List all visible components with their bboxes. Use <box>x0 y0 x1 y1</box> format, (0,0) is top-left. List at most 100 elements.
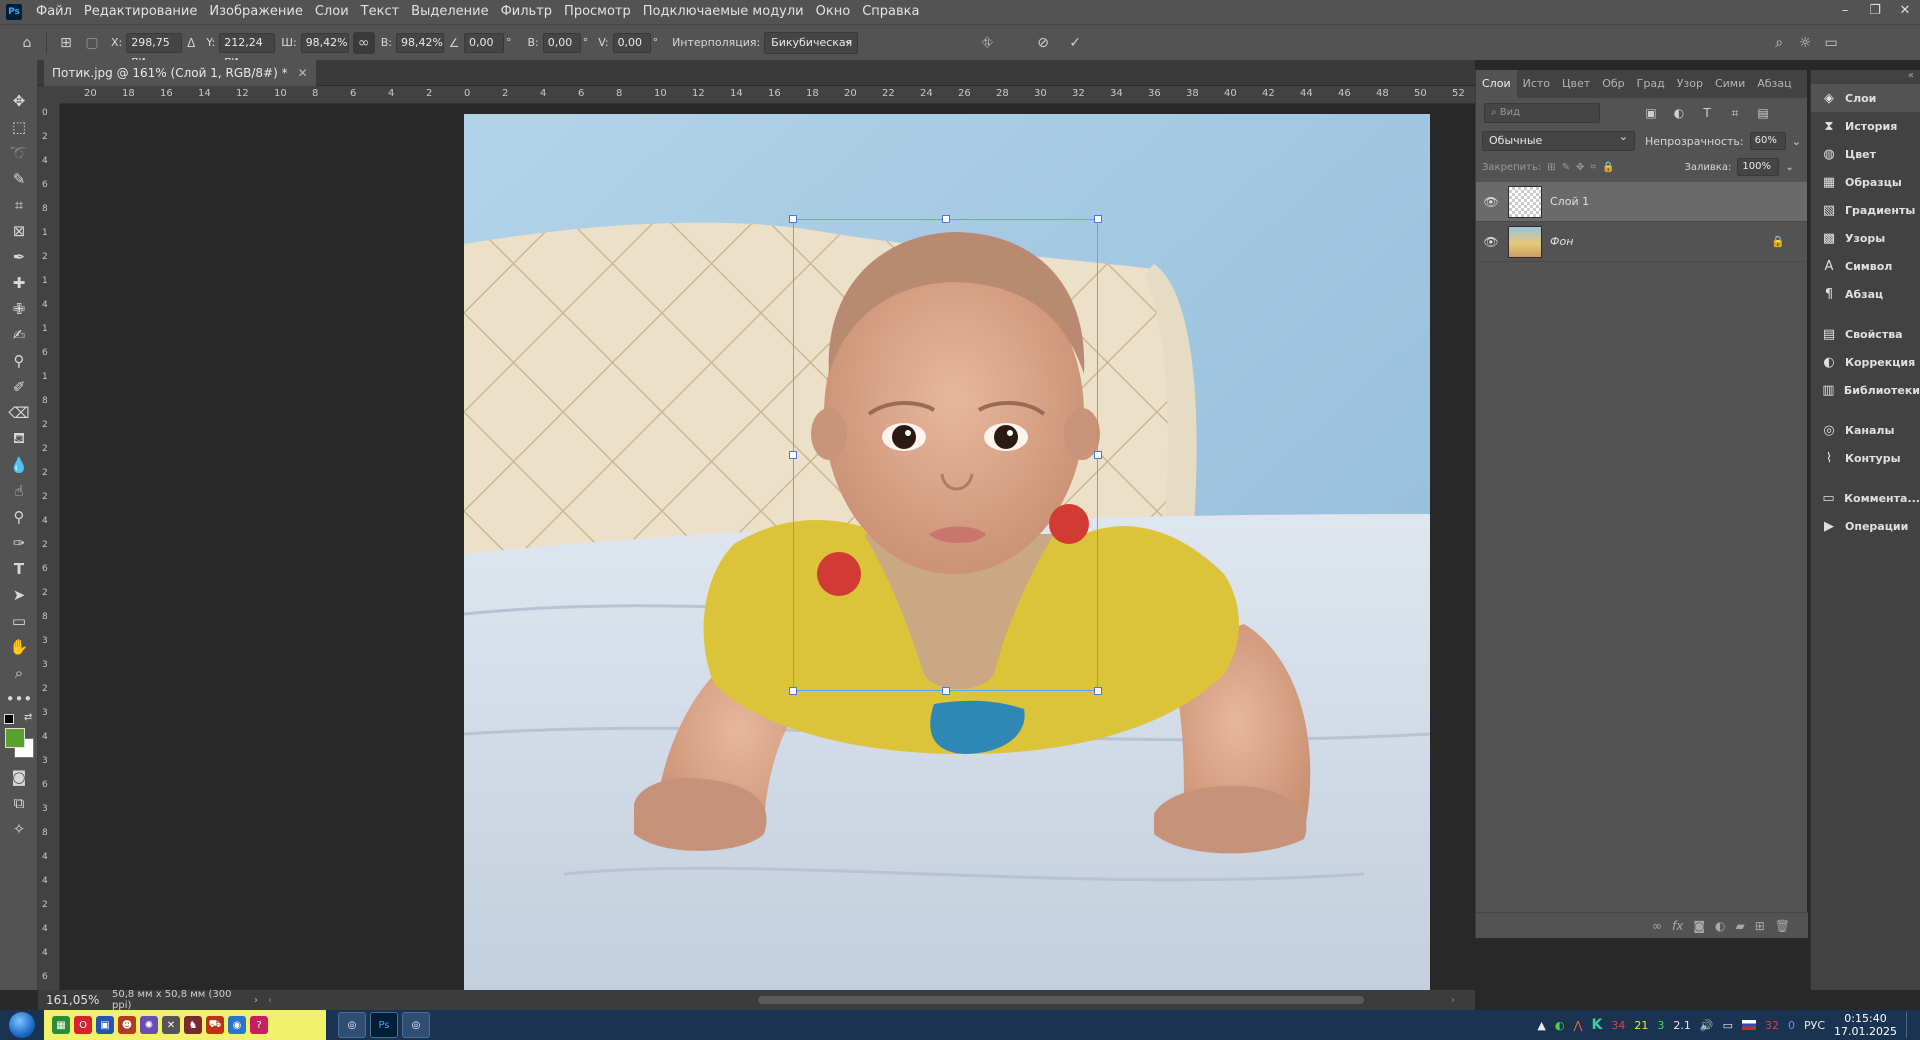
marquee-tool-icon[interactable]: ⬚ <box>0 114 38 140</box>
tab-history[interactable]: Исто <box>1517 70 1556 98</box>
tab-layers[interactable]: Слои <box>1476 70 1517 98</box>
transform-handle-bottom[interactable] <box>942 687 950 695</box>
menu-edit[interactable]: Редактирование <box>78 0 203 24</box>
menu-view[interactable]: Просмотр <box>558 0 637 24</box>
more-tools-icon[interactable]: ••• <box>0 686 38 712</box>
dock-item-patterns[interactable]: ▩ Узоры <box>1811 224 1920 252</box>
new-layer-icon[interactable]: ⊞ <box>1755 919 1765 933</box>
interpolation-select[interactable]: Бикубическая <box>764 30 859 54</box>
patch-tool-icon[interactable]: ✙ <box>0 296 38 322</box>
opacity-dropdown-icon[interactable]: ⌄ <box>1792 135 1801 148</box>
generative-icon[interactable]: ✧ <box>0 816 38 842</box>
save-app-icon[interactable]: ▣ <box>96 1016 114 1034</box>
network-icon[interactable]: ▭ <box>1723 1019 1733 1032</box>
restore-icon[interactable]: ❐ <box>1860 0 1890 20</box>
add-mask-icon[interactable]: ◙ <box>1693 919 1705 933</box>
start-button[interactable] <box>0 1010 44 1040</box>
tools-app-icon[interactable]: ✕ <box>162 1016 180 1034</box>
scroll-right-icon[interactable]: › <box>1451 995 1455 1006</box>
tray-network-app-icon[interactable]: ◐ <box>1555 1019 1565 1032</box>
show-desktop-button[interactable] <box>1906 1012 1914 1038</box>
layer-style-icon[interactable]: fx <box>1672 919 1683 933</box>
x-input[interactable]: 298,75 пи <box>126 32 183 67</box>
volume-icon[interactable]: 🔊 <box>1700 1019 1714 1032</box>
opera-icon[interactable]: O <box>74 1016 92 1034</box>
filter-shape-icon[interactable]: ⌗ <box>1724 106 1746 121</box>
dock-collapse-icon[interactable]: « <box>1811 70 1920 84</box>
healing-brush-tool-icon[interactable]: ✚ <box>0 270 38 296</box>
layer-lock-icon[interactable]: 🔒 <box>1771 235 1785 248</box>
transform-handle-right[interactable] <box>1094 451 1102 459</box>
filter-smart-object-icon[interactable]: ▤ <box>1752 106 1774 120</box>
vskew-input[interactable]: 0,00 <box>612 32 651 53</box>
menu-file[interactable]: Файл <box>30 0 78 24</box>
search-icon[interactable]: ⌕ <box>1766 30 1792 56</box>
layer-filter-input[interactable]: ⌕ Вид <box>1484 103 1600 123</box>
tab-swatches[interactable]: Обр <box>1596 70 1630 98</box>
fill-dropdown-icon[interactable]: ⌄ <box>1785 162 1793 173</box>
dock-item-history[interactable]: ⧗ История <box>1811 112 1920 140</box>
default-colors-icon[interactable] <box>4 714 14 724</box>
horizontal-scrollbar[interactable] <box>758 996 1364 1004</box>
y-input[interactable]: 212,24 пи <box>219 32 276 67</box>
tab-color[interactable]: Цвет <box>1556 70 1596 98</box>
photoshop-taskbar-icon[interactable]: Ps <box>370 1012 398 1038</box>
transform-handle-left[interactable] <box>789 451 797 459</box>
dock-item-swatches[interactable]: ▦ Образцы <box>1811 168 1920 196</box>
filter-adjustment-icon[interactable]: ◐ <box>1668 106 1690 120</box>
tab-patterns[interactable]: Узор <box>1671 70 1709 98</box>
screen-mode-icon[interactable]: ⧉ <box>0 790 38 816</box>
menu-help[interactable]: Справка <box>856 0 925 24</box>
tray-expand-icon[interactable]: ▲ <box>1537 1019 1545 1032</box>
quick-mask-icon[interactable]: ◙ <box>0 764 38 790</box>
eyedropper-tool-icon[interactable]: ✒ <box>0 244 38 270</box>
pen-tool-icon[interactable]: ✑ <box>0 530 38 556</box>
car-app-icon[interactable]: ⛟ <box>206 1016 224 1034</box>
new-adjustment-layer-icon[interactable]: ◐ <box>1715 919 1725 933</box>
foreground-color-swatch[interactable] <box>5 728 25 748</box>
tab-gradients[interactable]: Град <box>1631 70 1671 98</box>
lock-transparent-icon[interactable]: ⊞ <box>1547 162 1555 173</box>
home-icon[interactable]: ⌂ <box>14 30 40 56</box>
warp-mode-icon[interactable]: ⛗ <box>974 30 1000 56</box>
dock-item-gradients[interactable]: ▧ Градиенты <box>1811 196 1920 224</box>
transform-handle-top[interactable] <box>942 215 950 223</box>
lasso-tool-icon[interactable]: ➰ <box>0 140 38 166</box>
layer-row[interactable]: 👁 Фон 🔒 <box>1476 222 1807 262</box>
layer-row[interactable]: 👁 Слой 1 <box>1476 182 1807 222</box>
reference-point-icon[interactable]: ⊞ <box>53 30 79 56</box>
lock-pixels-icon[interactable]: ✎ <box>1562 162 1570 173</box>
close-icon[interactable]: ✕ <box>1890 0 1920 20</box>
minimize-icon[interactable]: – <box>1830 0 1860 20</box>
menu-window[interactable]: Окно <box>810 0 857 24</box>
cheat-app-icon[interactable]: ♞ <box>184 1016 202 1034</box>
dock-item-channels[interactable]: ◎ Каналы <box>1811 416 1920 444</box>
pinwheel-app-icon[interactable]: ✺ <box>140 1016 158 1034</box>
dock-item-character[interactable]: A Символ <box>1811 252 1920 280</box>
dock-item-comments[interactable]: ▭ Коммента... <box>1811 484 1920 512</box>
visibility-eye-icon[interactable]: 👁 <box>1482 195 1500 209</box>
menu-plugins[interactable]: Подключаемые модули <box>637 0 810 24</box>
link-icon[interactable]: ∞ <box>352 31 375 54</box>
move-tool-icon[interactable]: ✥ <box>0 88 38 114</box>
clone-stamp-tool-icon[interactable]: ⚲ <box>0 348 38 374</box>
dock-item-layers[interactable]: ◈ Слои <box>1811 84 1920 112</box>
zoom-tool-icon[interactable]: ⌕ <box>0 660 38 686</box>
menu-filter[interactable]: Фильтр <box>495 0 558 24</box>
filter-type-icon[interactable]: T <box>1696 106 1718 120</box>
type-tool-icon[interactable]: T <box>0 556 38 582</box>
reference-point-toggle-icon[interactable]: ▢ <box>79 30 105 56</box>
visibility-eye-icon[interactable]: 👁 <box>1482 235 1500 249</box>
eraser-tool-icon[interactable]: ⌫ <box>0 400 38 426</box>
chrome-taskbar-icon-2[interactable]: ◎ <box>402 1012 430 1038</box>
transform-handle-top-left[interactable] <box>789 215 797 223</box>
game-app-icon[interactable]: ☻ <box>118 1016 136 1034</box>
language-indicator[interactable]: РУС <box>1804 1019 1825 1032</box>
fill-input[interactable]: 100% <box>1737 158 1780 176</box>
history-brush-tool-icon[interactable]: ✐ <box>0 374 38 400</box>
transform-handle-bottom-left[interactable] <box>789 687 797 695</box>
tray-k-icon[interactable]: K <box>1592 1017 1603 1033</box>
dock-item-actions[interactable]: ▶ Операции <box>1811 512 1920 540</box>
frame-tool-icon[interactable]: ⊠ <box>0 218 38 244</box>
browser-app-icon[interactable]: ◉ <box>228 1016 246 1034</box>
